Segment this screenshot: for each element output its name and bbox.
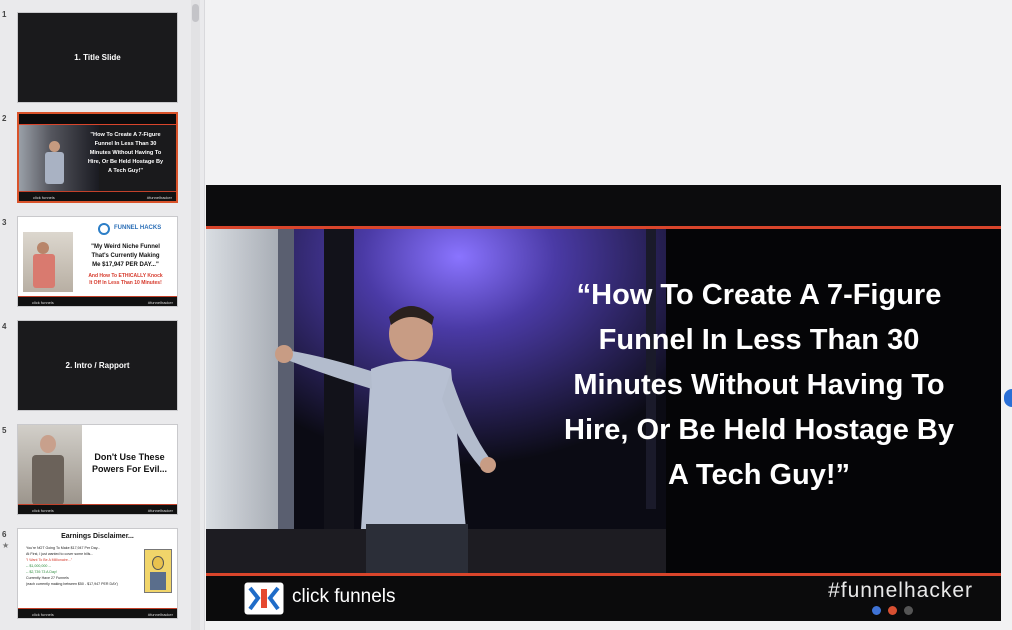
side-tab-indicator[interactable]	[1004, 389, 1012, 407]
slide-thumbnail-pane[interactable]: 1 1. Title Slide 2 "How To Create A 7-Fi…	[0, 0, 205, 630]
slide-number: 6	[2, 530, 7, 539]
facebook-icon	[872, 606, 881, 615]
thumbnail-footer-hashtag: #funnelhacker	[147, 612, 173, 617]
clickfunnels-logo-icon	[244, 582, 284, 615]
thumbnail-title: 1. Title Slide	[74, 53, 121, 62]
thumbnail-bullets: You're NOT Going To Make $17,947 Per Day…	[26, 546, 118, 586]
thumbnail-scrollbar[interactable]	[191, 0, 200, 630]
thumbnail-image	[144, 549, 172, 593]
thumbnail-footer-brand: click funnels	[33, 195, 55, 200]
slide-number: 1	[2, 10, 7, 19]
thumbnail-photo	[23, 232, 73, 292]
thumbnail-quote: "My Weird Niche Funnel That's Currently …	[91, 244, 160, 268]
funnelhacker-hashtag: #funnelhacker	[828, 579, 973, 602]
scrollbar-thumb[interactable]	[192, 4, 199, 22]
slide-number: 2	[2, 114, 7, 123]
thumbnail-brand: FUNNEL HACKS	[114, 225, 162, 231]
slide-thumbnail-2[interactable]: "How To Create A 7-Figure Funnel In Less…	[17, 112, 178, 203]
clickfunnels-brand-text: click funnels	[292, 586, 396, 607]
thumbnail-footer-brand: click funnels	[32, 508, 54, 513]
thumbnail-subquote: And How To ETHICALLY Knock It Off In Les…	[88, 273, 163, 286]
slide-top-bar	[206, 185, 1001, 229]
slide-footer-bar: click funnels #funnelhacker	[206, 573, 1001, 621]
thumbnail-heading: Don't Use These Powers For Evil...	[91, 452, 168, 474]
thumbnail-title: Earnings Disclaimer...	[61, 533, 134, 540]
thumbnail-quote: "How To Create A 7-Figure Funnel In Less…	[87, 132, 164, 174]
social-icon	[904, 606, 913, 615]
youtube-icon	[888, 606, 897, 615]
slide-thumbnail-6[interactable]: Earnings Disclaimer... You're NOT Going …	[17, 528, 178, 619]
thumbnail-footer-hashtag: #funnelhacker	[147, 508, 173, 513]
slide-number: 4	[2, 322, 7, 331]
thumbnail-photo	[18, 425, 82, 506]
slide-thumbnail-4[interactable]: 2. Intro / Rapport	[17, 320, 178, 411]
slide-thumbnail-3[interactable]: FUNNEL HACKS "My Weird Niche Funnel That…	[17, 216, 178, 307]
thumbnail-footer-brand: click funnels	[32, 612, 54, 617]
thumbnail-footer-brand: click funnels	[32, 300, 54, 305]
slide-thumbnail-1[interactable]: 1. Title Slide	[17, 12, 178, 103]
thumbnail-footer-hashtag: #funnelhacker	[147, 300, 173, 305]
funnel-hacks-logo-icon	[98, 223, 110, 235]
slide-quote-text: “How To Create A 7-Figure Funnel In Less…	[564, 279, 954, 491]
thumbnail-title: 2. Intro / Rapport	[65, 361, 130, 370]
slide-thumbnail-5[interactable]: Don't Use These Powers For Evil... click…	[17, 424, 178, 515]
main-slide-canvas[interactable]: “How To Create A 7-Figure Funnel In Less…	[206, 185, 1001, 621]
star-marker-icon: ★	[2, 541, 10, 550]
slide-number: 5	[2, 426, 7, 435]
slide-number: 3	[2, 218, 7, 227]
thumbnail-footer-hashtag: #funnelhacker	[146, 195, 172, 200]
